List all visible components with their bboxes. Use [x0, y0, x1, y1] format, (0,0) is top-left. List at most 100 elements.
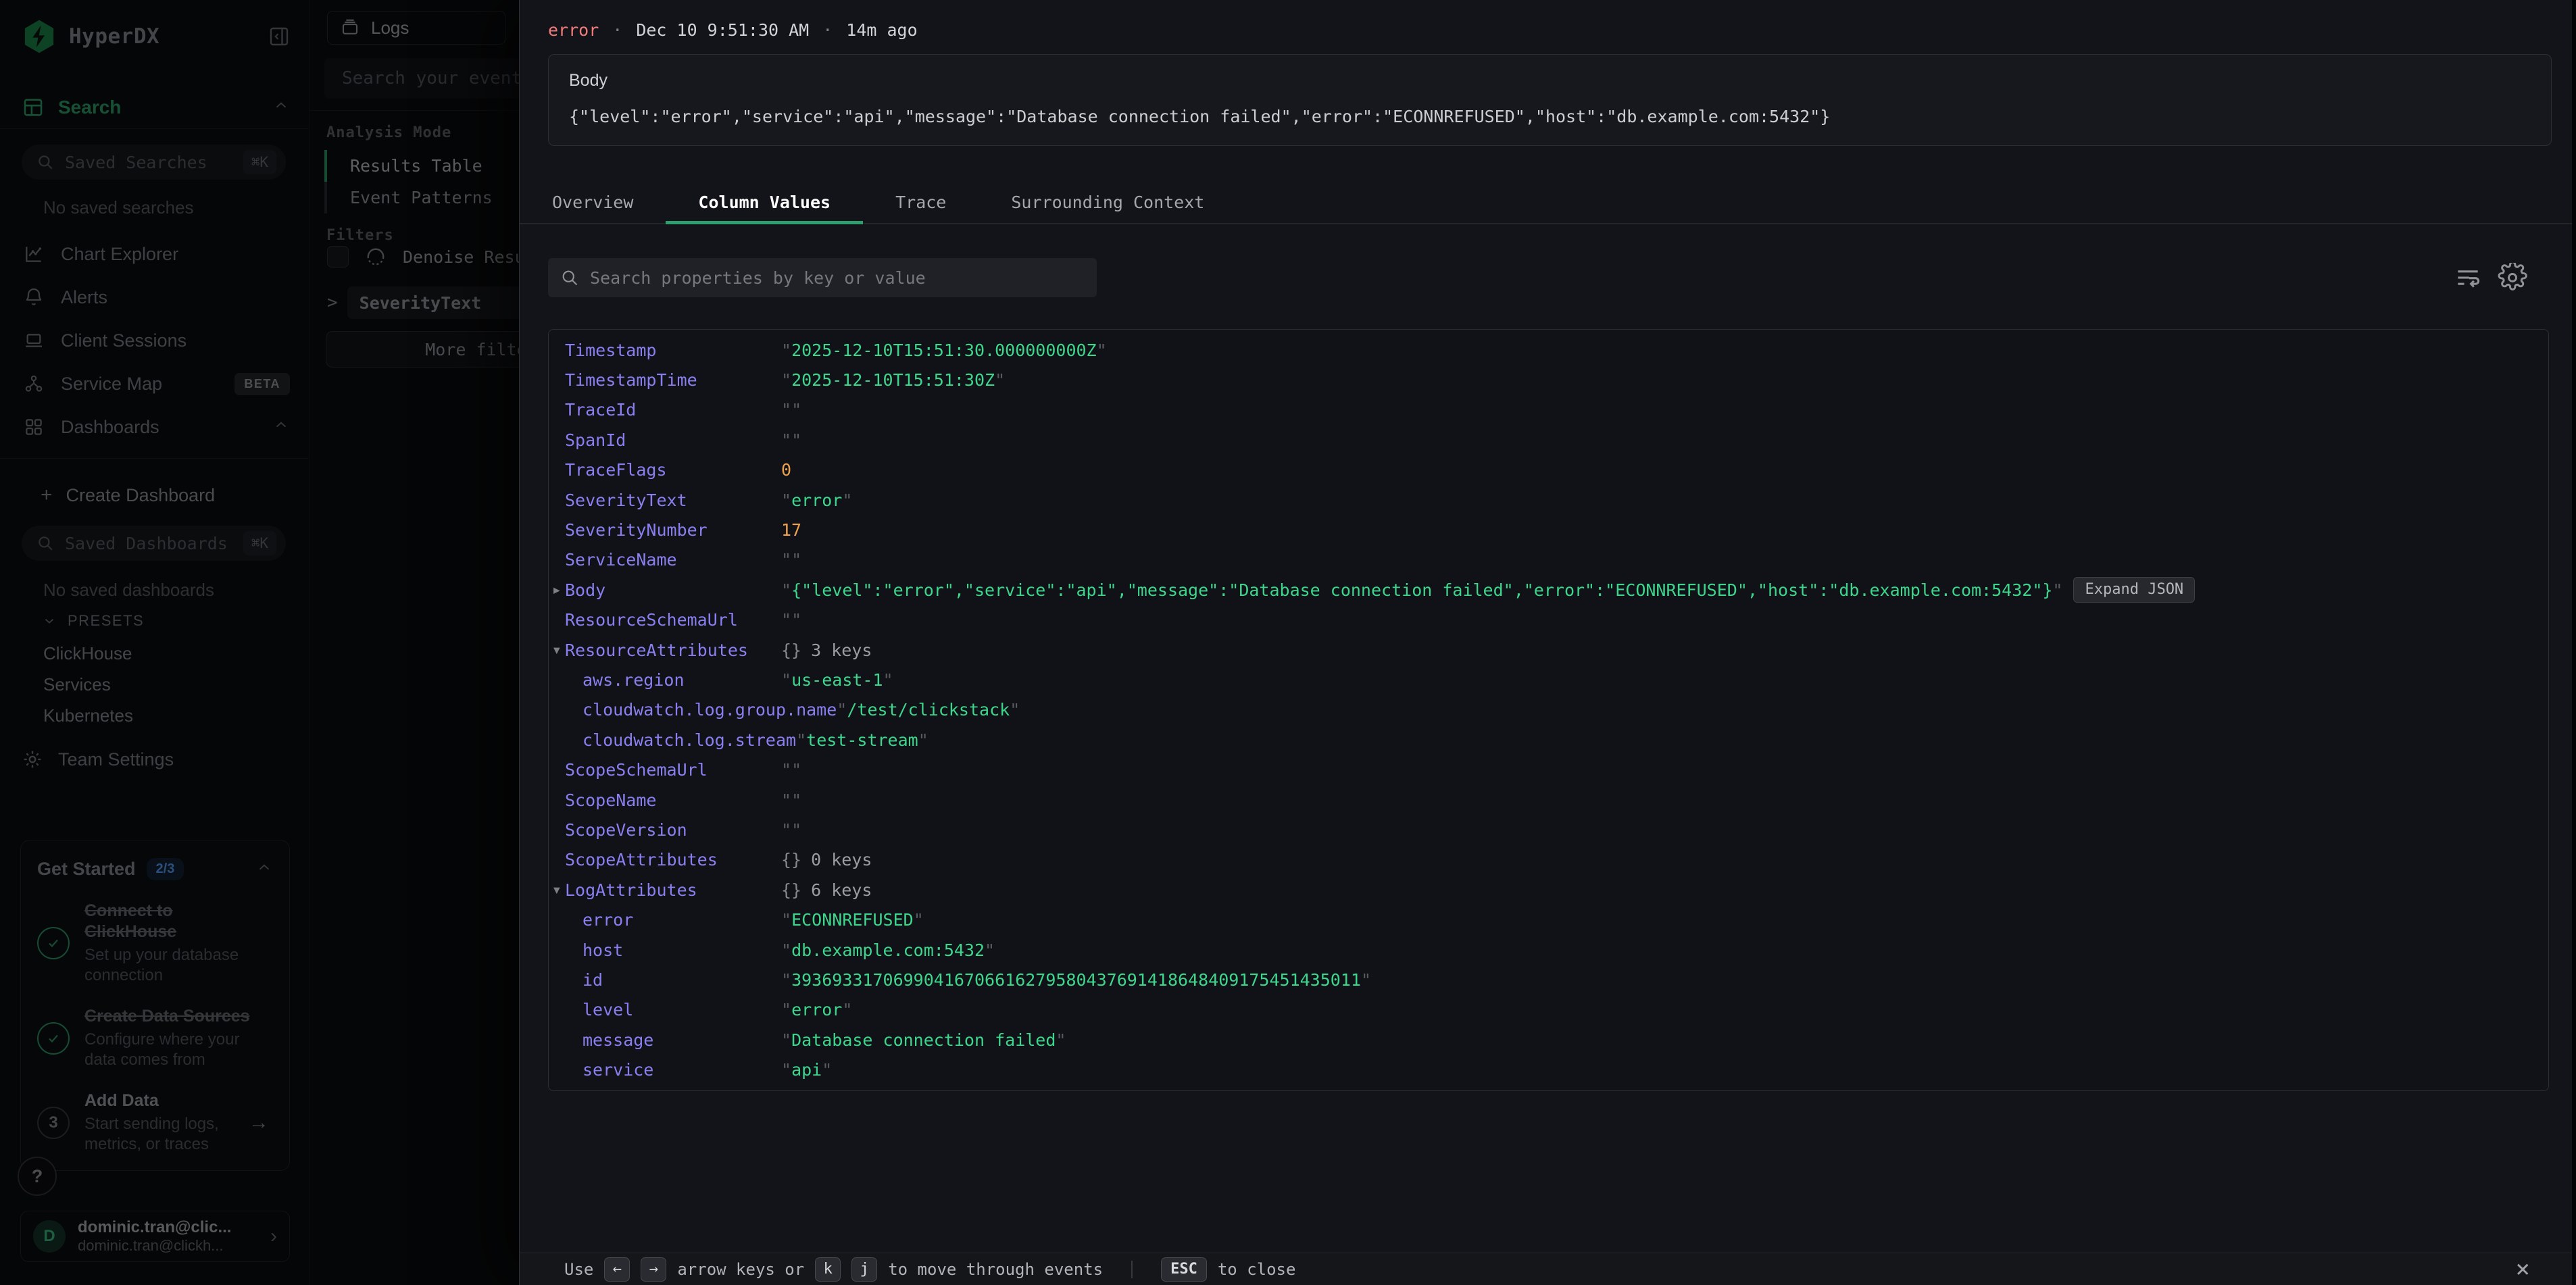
- property-key: level: [583, 1000, 781, 1019]
- table-row[interactable]: level"error": [549, 995, 2548, 1025]
- table-row[interactable]: ServiceName"": [549, 545, 2548, 575]
- table-row[interactable]: aws.region"us-east-1": [549, 665, 2548, 695]
- property-value: "api": [781, 1060, 832, 1080]
- table-row[interactable]: ScopeAttributes{}0 keys: [549, 845, 2548, 875]
- table-row[interactable]: cloudwatch.log.stream"test-stream": [549, 725, 2548, 755]
- close-icon[interactable]: ×: [2515, 1257, 2530, 1282]
- property-value: "": [781, 610, 801, 630]
- divider: [1131, 1261, 1133, 1278]
- property-value: "{"level":"error","service":"api","messa…: [781, 580, 2062, 600]
- property-key: service: [583, 1060, 781, 1080]
- table-row[interactable]: SeverityText"error": [549, 485, 2548, 515]
- property-value: "db.example.com:5432": [781, 940, 995, 960]
- table-row[interactable]: ▼ LogAttributes{}6 keys: [549, 875, 2548, 905]
- search-icon: [560, 268, 579, 287]
- table-row[interactable]: ResourceSchemaUrl"": [549, 605, 2548, 635]
- wrap-lines-icon[interactable]: [2453, 263, 2483, 293]
- property-value: "": [781, 550, 801, 570]
- property-key: SeverityNumber: [565, 520, 781, 540]
- property-value: "ECONNREFUSED": [781, 910, 924, 930]
- tabs-row: OverviewColumn ValuesTraceSurrounding Co…: [520, 181, 2572, 224]
- property-value: "": [781, 760, 801, 780]
- tab-trace[interactable]: Trace: [863, 181, 979, 223]
- property-value: "": [781, 430, 801, 450]
- table-row[interactable]: TraceFlags0: [549, 455, 2548, 485]
- property-value: {}6 keys: [781, 880, 872, 900]
- property-key: ResourceSchemaUrl: [565, 610, 781, 630]
- property-key: TraceId: [565, 400, 781, 420]
- tabs: OverviewColumn ValuesTraceSurrounding Co…: [548, 181, 2572, 223]
- k-key: k: [815, 1257, 841, 1282]
- table-row[interactable]: ▶ Body"{"level":"error","service":"api","…: [549, 575, 2548, 605]
- event-timestamp: Dec 10 9:51:30 AM: [636, 20, 809, 40]
- table-row[interactable]: Timestamp"2025-12-10T15:51:30.000000000Z…: [549, 335, 2548, 365]
- property-key: Timestamp: [565, 341, 781, 360]
- property-key: TraceFlags: [565, 460, 781, 480]
- table-row[interactable]: TimestampTime"2025-12-10T15:51:30Z": [549, 365, 2548, 395]
- table-row[interactable]: ScopeVersion"": [549, 815, 2548, 845]
- property-value: "Database connection failed": [781, 1030, 1066, 1050]
- property-key: aws.region: [583, 670, 781, 690]
- property-search[interactable]: [548, 258, 1097, 297]
- table-row[interactable]: TraceId"": [549, 395, 2548, 425]
- table-row[interactable]: id"3936933170699041670661627958043769141…: [549, 965, 2548, 994]
- property-value: "test-stream": [796, 730, 928, 750]
- property-key: ResourceAttributes: [565, 640, 781, 660]
- property-search-input[interactable]: [590, 268, 1085, 288]
- properties-table: Timestamp"2025-12-10T15:51:30.000000000Z…: [549, 335, 2548, 1085]
- body-json: {"level":"error","service":"api","messag…: [569, 107, 2531, 126]
- property-key: LogAttributes: [565, 880, 781, 900]
- expand-json-button[interactable]: Expand JSON: [2073, 577, 2195, 603]
- property-value: "error": [781, 490, 852, 510]
- property-key: ScopeSchemaUrl: [565, 760, 781, 780]
- table-row[interactable]: message"Database connection failed": [549, 1025, 2548, 1055]
- j-key: j: [851, 1257, 877, 1282]
- table-row[interactable]: ScopeSchemaUrl"": [549, 755, 2548, 784]
- property-key: SpanId: [565, 430, 781, 450]
- property-value: "/test/clickstack": [837, 700, 1020, 720]
- body-label: Body: [569, 71, 2531, 91]
- property-key: cloudwatch.log.stream: [583, 730, 796, 750]
- properties-panel: Timestamp"2025-12-10T15:51:30.000000000Z…: [548, 329, 2549, 1091]
- event-header: error · Dec 10 9:51:30 AM · 14m ago: [548, 20, 918, 40]
- property-value: {}0 keys: [781, 850, 872, 870]
- body-card: Body {"level":"error","service":"api","m…: [548, 54, 2552, 146]
- property-value: "2025-12-10T15:51:30Z": [781, 370, 1005, 390]
- property-value: "393693317069904167066162795804376914186…: [781, 970, 1371, 990]
- table-row[interactable]: service"api": [549, 1055, 2548, 1084]
- collapse-toggle-icon[interactable]: ▼: [553, 644, 560, 657]
- table-row[interactable]: ScopeName"": [549, 785, 2548, 815]
- event-details-drawer: error · Dec 10 9:51:30 AM · 14m ago Body…: [519, 0, 2572, 1285]
- expand-toggle-icon[interactable]: ▶: [553, 584, 560, 597]
- property-key: id: [583, 970, 781, 990]
- table-row[interactable]: SpanId"": [549, 425, 2548, 455]
- table-row[interactable]: cloudwatch.log.group.name"/test/clicksta…: [549, 695, 2548, 725]
- property-value: "us-east-1": [781, 670, 893, 690]
- tab-column-values[interactable]: Column Values: [666, 181, 863, 223]
- property-value: "": [781, 820, 801, 840]
- arrow-left-key: ←: [604, 1257, 630, 1282]
- app: HyperDX Search ⌘K No saved searches Char…: [0, 0, 2576, 1285]
- property-key: ScopeName: [565, 790, 781, 810]
- properties-toolbar: [548, 258, 2552, 297]
- table-row[interactable]: error"ECONNREFUSED": [549, 905, 2548, 934]
- table-row[interactable]: host"db.example.com:5432": [549, 935, 2548, 965]
- property-key: ScopeAttributes: [565, 850, 781, 870]
- tab-surrounding-context[interactable]: Surrounding Context: [979, 181, 1237, 223]
- property-key: ScopeVersion: [565, 820, 781, 840]
- drawer-footer: Use ← → arrow keys or k j to move throug…: [520, 1253, 2572, 1285]
- property-key: Body: [565, 580, 781, 600]
- property-value: "": [781, 400, 801, 420]
- gear-icon[interactable]: [2498, 263, 2527, 293]
- property-key: TimestampTime: [565, 370, 781, 390]
- collapse-toggle-icon[interactable]: ▼: [553, 884, 560, 897]
- property-key: error: [583, 910, 781, 930]
- table-row[interactable]: ▼ResourceAttributes{}3 keys: [549, 635, 2548, 665]
- property-key: message: [583, 1030, 781, 1050]
- relative-time: 14m ago: [846, 20, 917, 40]
- property-value: 0: [781, 460, 791, 480]
- property-key: ServiceName: [565, 550, 781, 570]
- tab-overview[interactable]: Overview: [548, 181, 666, 223]
- table-row[interactable]: SeverityNumber17: [549, 515, 2548, 545]
- property-key: host: [583, 940, 781, 960]
